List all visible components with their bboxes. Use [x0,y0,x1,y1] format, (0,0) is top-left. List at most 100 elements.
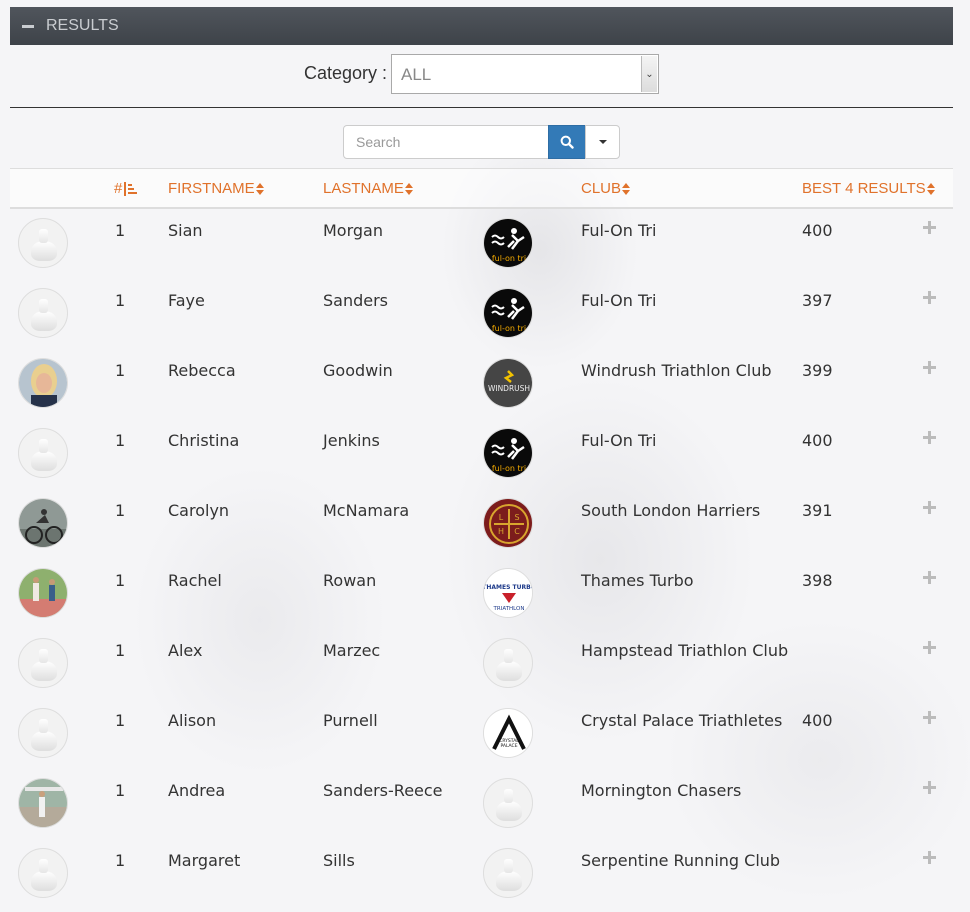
best-results-cell: 400 [802,431,833,450]
table-row[interactable]: 1 Alex Marzec Hampstead Triathlon Club [10,630,953,700]
search-options-dropdown[interactable] [585,125,620,159]
sort-icon [255,182,265,195]
best-results-cell: 400 [802,221,833,240]
table-row[interactable]: 1 Andrea Sanders-Reece Mornington Chasers [10,770,953,840]
expand-plus-icon[interactable] [923,220,937,234]
firstname-cell: Faye [168,291,205,310]
column-header-club[interactable]: CLUB [581,180,631,197]
best-results-cell: 391 [802,501,833,520]
results-table-body: 1 Sian Morgan ful-on tri Ful-On Tri 400 1 Faye S… [10,210,953,910]
divider [10,107,953,108]
logo-text: ful-on tri [492,324,526,333]
sort-icon [404,182,414,195]
category-selected-value: ALL [401,65,432,84]
club-cell: Ful-On Tri [581,221,657,240]
column-header-lastname[interactable]: LASTNAME [323,180,414,197]
table-row[interactable]: 1 Rebecca Goodwin WINDRUSH Windrush Triathlo… [10,350,953,420]
club-logo: ful-on tri [483,218,533,268]
svg-text:TRIATHLON: TRIATHLON [493,606,525,612]
column-header-rank[interactable]: # [114,180,138,197]
firstname-cell: Christina [168,431,240,450]
logo-text: WINDRUSH [488,384,530,393]
club-cell: Thames Turbo [581,571,694,590]
firstname-cell: Andrea [168,781,226,800]
lastname-cell: Sanders [323,291,389,310]
expand-plus-icon[interactable] [923,710,937,724]
caret-down-icon [598,140,607,144]
club-logo: L S H C [483,498,533,548]
club-logo [483,778,533,828]
avatar [18,428,68,478]
best-results-cell: 397 [802,291,833,310]
search-input[interactable] [343,125,549,159]
avatar [18,638,68,688]
avatar [18,778,68,828]
lastname-cell: Rowan [323,571,377,590]
avatar [18,708,68,758]
category-filter: Category : ALL ⌄ [0,54,970,94]
lastname-cell: Morgan [323,221,383,240]
table-row[interactable]: 1 Christina Jenkins ful-on tri Ful-On Tri 400 [10,420,953,490]
rank-cell: 1 [115,781,126,800]
svg-text:THAMES TURBO: THAMES TURBO [484,584,533,591]
avatar [18,358,68,408]
expand-plus-icon[interactable] [923,430,937,444]
table-row[interactable]: 1 Faye Sanders ful-on tri Ful-On Tri 397 [10,280,953,350]
club-logo [483,638,533,688]
club-logo: ful-on tri [483,428,533,478]
category-label: Category : [304,63,388,83]
category-select[interactable]: ALL ⌄ [391,54,659,94]
table-row[interactable]: 1 Margaret Sills Serpentine Running Club [10,840,953,910]
svg-text:L: L [499,513,504,522]
chevron-down-icon[interactable]: ⌄ [641,56,657,92]
rank-cell: 1 [115,431,126,450]
firstname-cell: Alex [168,641,203,660]
club-logo: CRYSTAL PALACE [483,708,533,758]
table-row[interactable]: 1 Rachel Rowan THAMES TURBO TRIATHLON Thames … [10,560,953,630]
expand-plus-icon[interactable] [923,500,937,514]
expand-plus-icon[interactable] [923,780,937,794]
firstname-cell: Rachel [168,571,222,590]
club-logo [483,848,533,898]
best-results-cell: 399 [802,361,833,380]
table-row[interactable]: 1 Sian Morgan ful-on tri Ful-On Tri 400 [10,210,953,280]
lastname-cell: Jenkins [323,431,380,450]
rank-cell: 1 [115,221,126,240]
best-results-cell: 400 [802,711,833,730]
sort-icon [622,182,631,195]
club-cell: Crystal Palace Triathletes [581,711,783,730]
search-button[interactable] [548,125,586,159]
lastname-cell: Sills [323,851,355,870]
results-panel-header[interactable]: RESULTS [10,7,953,45]
table-row[interactable]: 1 Alison Purnell CRYSTAL PALACE Crystal Palac… [10,700,953,770]
lastname-cell: Goodwin [323,361,393,380]
search-icon [560,135,574,149]
club-cell: Ful-On Tri [581,291,657,310]
rank-cell: 1 [115,291,126,310]
best-results-cell: 398 [802,571,833,590]
firstname-cell: Carolyn [168,501,230,520]
avatar [18,288,68,338]
expand-plus-icon[interactable] [923,640,937,654]
collapse-minus-icon[interactable] [22,24,34,28]
avatar [18,568,68,618]
expand-plus-icon[interactable] [923,360,937,374]
lastname-cell: Marzec [323,641,381,660]
search-group [343,125,620,159]
svg-text:S: S [514,513,519,522]
rank-cell: 1 [115,851,126,870]
logo-text: ful-on tri [492,464,526,473]
expand-plus-icon[interactable] [923,290,937,304]
club-cell: Windrush Triathlon Club [581,361,772,380]
column-header-best-results[interactable]: BEST 4 RESULTS [802,180,936,197]
logo-text: ful-on tri [492,254,526,263]
expand-plus-icon[interactable] [923,570,937,584]
sort-ascending-icon [124,181,138,196]
avatar [18,848,68,898]
expand-plus-icon[interactable] [923,850,937,864]
club-cell: Ful-On Tri [581,431,657,450]
rank-cell: 1 [115,711,126,730]
sort-icon [926,182,936,195]
table-row[interactable]: 1 Carolyn McNamara L S H C South London Harrier… [10,490,953,560]
column-header-firstname[interactable]: FIRSTNAME [168,180,265,197]
